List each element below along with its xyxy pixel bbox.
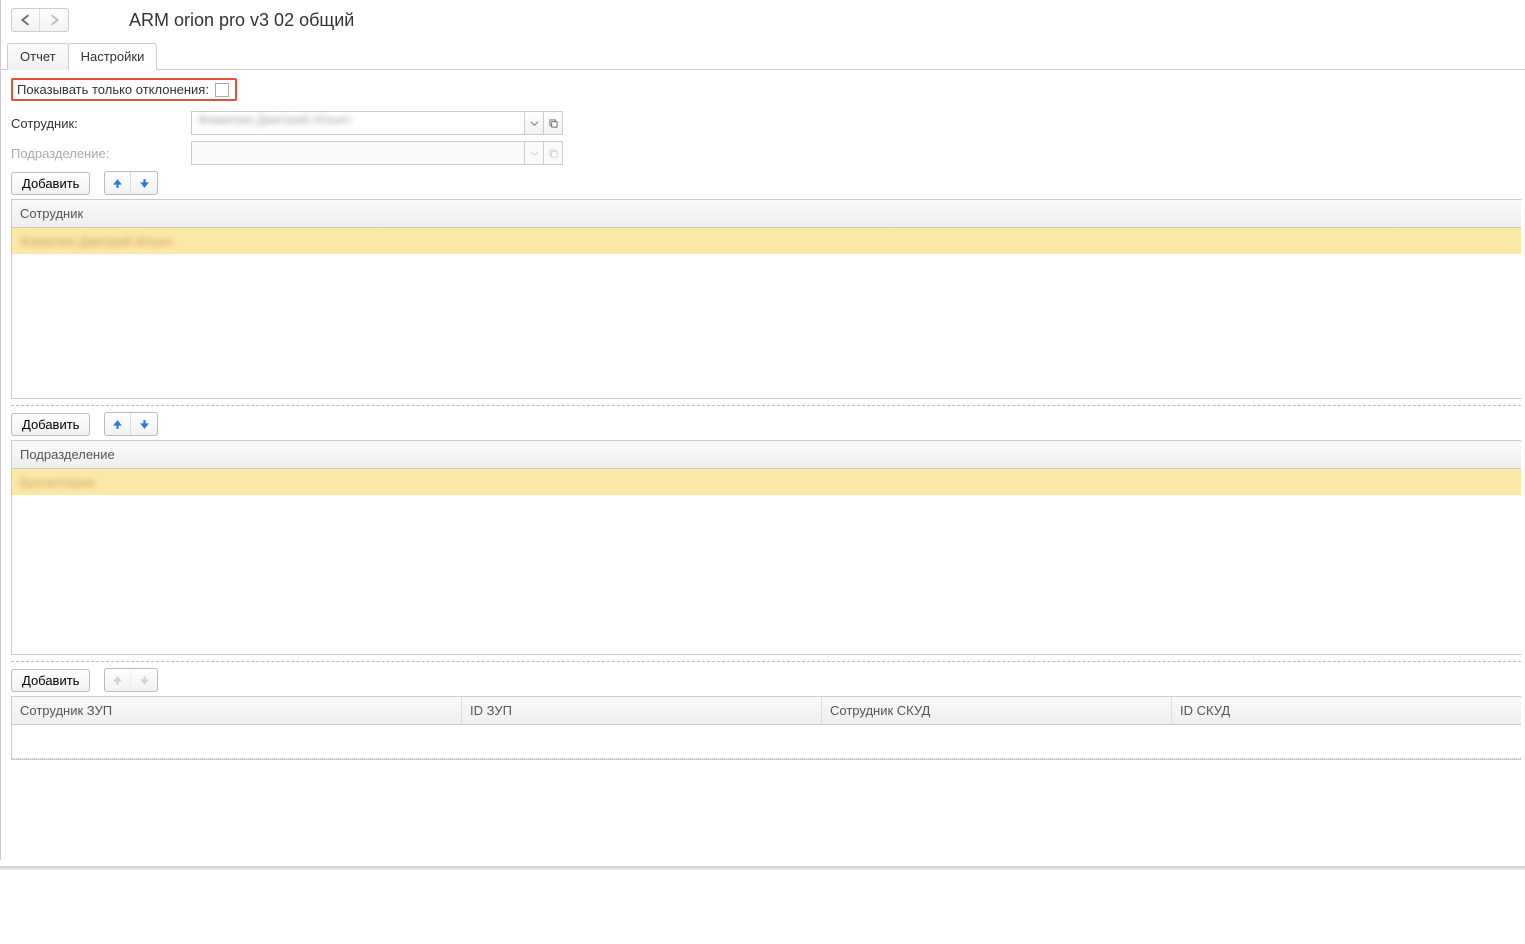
deviations-only-checkbox[interactable] bbox=[215, 83, 229, 97]
move-group-employees bbox=[104, 171, 158, 195]
open-icon bbox=[549, 119, 558, 128]
separator bbox=[11, 405, 1521, 406]
department-open-button[interactable] bbox=[543, 141, 563, 165]
move-group-mapping bbox=[104, 668, 158, 692]
col-id-skud: ID СКУД bbox=[1172, 697, 1521, 724]
move-down-button[interactable] bbox=[131, 172, 157, 194]
departments-grid-row[interactable]: Бухгалтерия bbox=[12, 469, 1521, 495]
mapping-grid: Сотрудник ЗУП ID ЗУП Сотрудник СКУД ID С… bbox=[11, 696, 1521, 760]
departments-grid: Подразделение Бухгалтерия bbox=[11, 440, 1521, 655]
employee-label: Сотрудник: bbox=[11, 116, 191, 131]
arrow-up-icon bbox=[112, 178, 123, 189]
move-down-button bbox=[131, 669, 157, 691]
tab-settings[interactable]: Настройки bbox=[68, 43, 158, 70]
arrow-right-icon bbox=[48, 14, 60, 26]
move-up-button[interactable] bbox=[105, 172, 131, 194]
separator bbox=[11, 661, 1521, 662]
chevron-down-icon bbox=[530, 119, 539, 128]
employee-combo: Фамилия Дмитрий Ильич bbox=[191, 111, 563, 135]
move-down-button[interactable] bbox=[131, 413, 157, 435]
deviations-only-label: Показывать только отклонения: bbox=[17, 82, 209, 97]
employee-dropdown-button[interactable] bbox=[524, 111, 544, 135]
add-button-departments[interactable]: Добавить bbox=[11, 413, 90, 436]
mapping-grid-body[interactable] bbox=[12, 725, 1521, 759]
mapping-grid-header: Сотрудник ЗУП ID ЗУП Сотрудник СКУД ID С… bbox=[12, 697, 1521, 725]
employee-open-button[interactable] bbox=[543, 111, 563, 135]
col-id-zup: ID ЗУП bbox=[462, 697, 822, 724]
employees-grid-row[interactable]: Фамилия Дмитрий Ильич bbox=[12, 228, 1521, 254]
open-icon bbox=[549, 149, 558, 158]
department-label: Подразделение: bbox=[11, 146, 191, 161]
move-up-button bbox=[105, 669, 131, 691]
move-up-button[interactable] bbox=[105, 413, 131, 435]
arrow-up-icon bbox=[112, 675, 123, 686]
arrow-left-icon bbox=[20, 14, 32, 26]
employees-grid-header: Сотрудник bbox=[12, 200, 1521, 228]
department-dropdown-button[interactable] bbox=[524, 141, 544, 165]
arrow-down-icon bbox=[139, 178, 150, 189]
bottom-shadow bbox=[0, 866, 1525, 870]
department-input[interactable] bbox=[191, 141, 525, 165]
arrow-down-icon bbox=[139, 675, 150, 686]
employees-grid: Сотрудник Фамилия Дмитрий Ильич bbox=[11, 199, 1521, 399]
chevron-down-icon bbox=[530, 149, 539, 158]
tab-report[interactable]: Отчет bbox=[7, 43, 69, 70]
col-employee-zup: Сотрудник ЗУП bbox=[12, 697, 462, 724]
col-employee-skud: Сотрудник СКУД bbox=[822, 697, 1172, 724]
tab-bar: Отчет Настройки bbox=[1, 42, 1525, 70]
add-button-employees[interactable]: Добавить bbox=[11, 172, 90, 195]
department-combo bbox=[191, 141, 563, 165]
deviations-only-row: Показывать только отклонения: bbox=[11, 78, 237, 101]
employee-input[interactable]: Фамилия Дмитрий Ильич bbox=[191, 111, 525, 135]
arrow-up-icon bbox=[112, 419, 123, 430]
back-button[interactable] bbox=[12, 9, 40, 31]
add-button-mapping[interactable]: Добавить bbox=[11, 669, 90, 692]
forward-button[interactable] bbox=[40, 9, 68, 31]
nav-button-group bbox=[11, 8, 69, 32]
move-group-departments bbox=[104, 412, 158, 436]
arrow-down-icon bbox=[139, 419, 150, 430]
page-title: АRМ orion pro v3 02 общий bbox=[129, 10, 354, 31]
departments-grid-header: Подразделение bbox=[12, 441, 1521, 469]
